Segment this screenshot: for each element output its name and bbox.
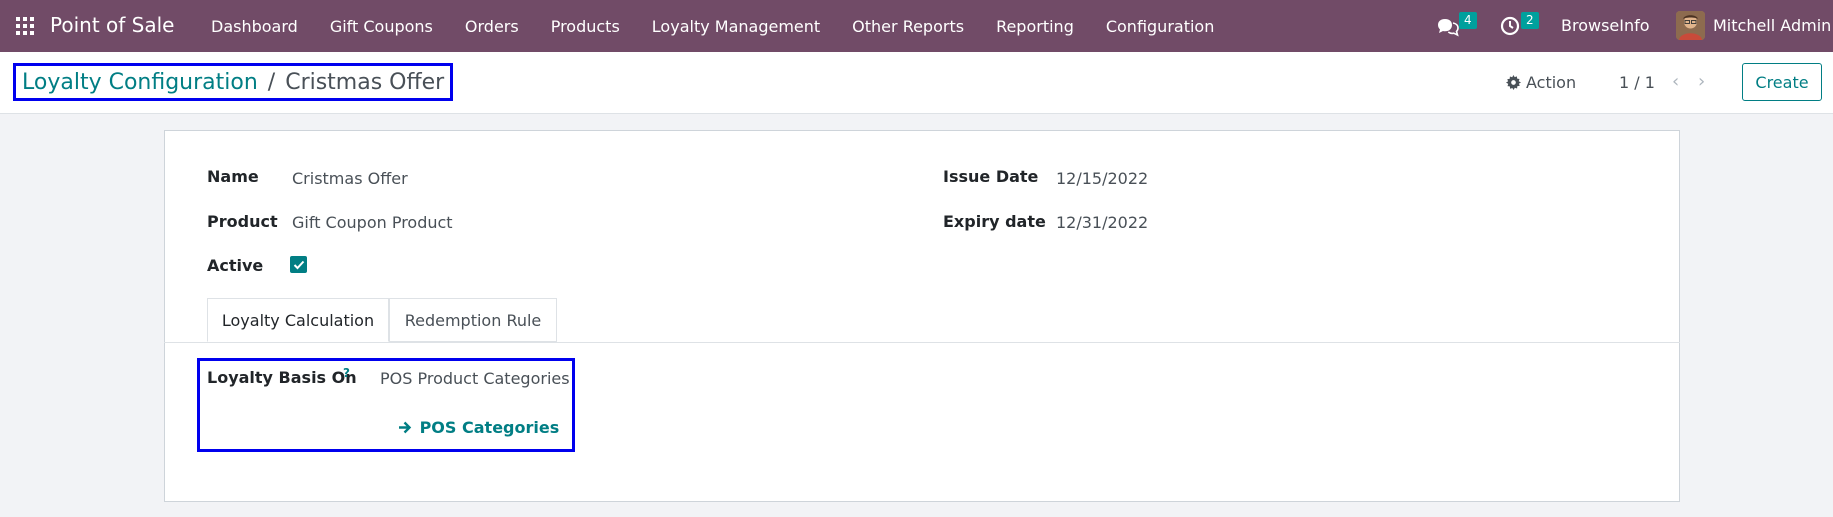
company-switcher[interactable]: BrowseInfo (1561, 16, 1650, 35)
activities-badge: 2 (1521, 12, 1539, 29)
checkmark-icon (293, 260, 304, 269)
pager-value[interactable]: 1 / 1 (1619, 73, 1655, 92)
activity-clock-icon[interactable] (1500, 16, 1520, 36)
loyalty-basis-field[interactable]: POS Product Categories (380, 369, 570, 388)
menu-item-loyalty-management[interactable]: Loyalty Management (652, 17, 820, 36)
notebook-tabs: Loyalty Calculation Redemption Rule (164, 298, 1680, 343)
app-title[interactable]: Point of Sale (50, 13, 174, 37)
menu-item-other-reports[interactable]: Other Reports (852, 17, 964, 36)
user-avatar[interactable] (1676, 11, 1705, 40)
action-menu-button[interactable]: Action (1506, 73, 1576, 92)
create-button[interactable]: Create (1742, 63, 1822, 101)
menu-item-products[interactable]: Products (551, 17, 620, 36)
loyalty-basis-label: Loyalty Basis On (207, 368, 357, 387)
active-label: Active (207, 256, 264, 275)
pager-next-icon[interactable]: › (1698, 71, 1705, 92)
pager-previous-icon[interactable]: ‹ (1672, 71, 1679, 92)
tab-loyalty-calculation[interactable]: Loyalty Calculation (207, 298, 389, 342)
breadcrumb-current: Cristmas Offer (285, 69, 445, 95)
active-checkbox[interactable] (290, 256, 307, 273)
control-panel: Loyalty Configuration / Cristmas Offer A… (0, 52, 1833, 114)
name-label: Name (207, 167, 259, 186)
main-menu: Dashboard Gift Coupons Orders Products L… (211, 0, 1246, 52)
menu-item-orders[interactable]: Orders (465, 17, 519, 36)
breadcrumb: Loyalty Configuration / Cristmas Offer (13, 63, 454, 101)
name-field[interactable]: Cristmas Offer (292, 169, 408, 188)
issue-date-label: Issue Date (943, 167, 1039, 186)
menu-item-dashboard[interactable]: Dashboard (211, 17, 298, 36)
menu-item-configuration[interactable]: Configuration (1106, 17, 1215, 36)
user-menu[interactable]: Mitchell Admin (1713, 16, 1831, 35)
top-navbar: Point of Sale Dashboard Gift Coupons Ord… (0, 0, 1833, 52)
gear-icon (1506, 75, 1521, 90)
pos-categories-button[interactable]: POS Categories (398, 418, 559, 437)
product-field[interactable]: Gift Coupon Product (292, 213, 453, 232)
issue-date-field[interactable]: 12/15/2022 (1056, 169, 1148, 188)
messages-badge: 4 (1459, 12, 1477, 29)
action-label: Action (1526, 73, 1577, 92)
arrow-right-icon (399, 421, 412, 434)
tab-redemption-rule[interactable]: Redemption Rule (389, 298, 557, 342)
expiry-date-label: Expiry date (943, 212, 1046, 231)
breadcrumb-separator: / (267, 69, 276, 95)
menu-item-reporting[interactable]: Reporting (996, 17, 1074, 36)
product-label: Product (207, 212, 278, 231)
breadcrumb-parent-link[interactable]: Loyalty Configuration (22, 70, 258, 95)
pos-categories-label: POS Categories (419, 418, 560, 437)
chat-icon[interactable] (1437, 17, 1459, 37)
menu-item-gift-coupons[interactable]: Gift Coupons (330, 17, 433, 36)
help-tooltip-icon[interactable]: ? (343, 366, 350, 380)
apps-grid-icon[interactable] (16, 17, 34, 35)
expiry-date-field[interactable]: 12/31/2022 (1056, 213, 1148, 232)
